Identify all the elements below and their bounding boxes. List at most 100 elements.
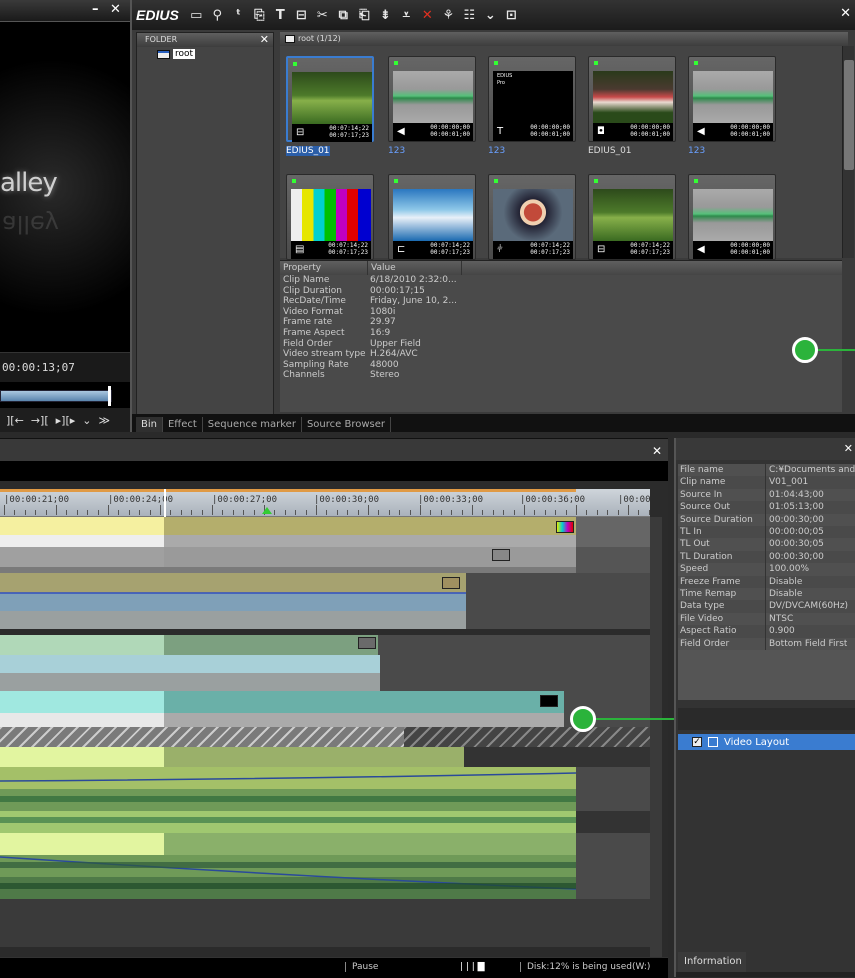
clip-thumbnail[interactable]: ◀ 00:00:00;00 00:00:01;00	[388, 56, 476, 142]
status-pause: Pause	[345, 962, 378, 972]
tab-source-browser[interactable]: Source Browser	[302, 417, 391, 432]
up-folder-icon[interactable]: ᵗ	[231, 8, 246, 23]
clip-thumbnail[interactable]: ⊟ 00:07:14;22 00:07:17;23	[286, 56, 374, 142]
tab-information[interactable]: Information	[678, 952, 746, 972]
volume-line[interactable]	[0, 772, 577, 782]
property-value: 16:9	[370, 327, 391, 338]
folder-root[interactable]: root	[157, 49, 273, 59]
ruler-range-bar	[0, 489, 576, 492]
clip-type-icon: ▤	[295, 244, 305, 255]
clip-label[interactable]: 123	[688, 146, 705, 156]
clip-type-icon: ⊟	[597, 244, 606, 255]
clip-label[interactable]: EDIUS_01	[286, 146, 330, 156]
playhead-cursor[interactable]	[164, 489, 166, 517]
status-dot	[394, 61, 398, 65]
clip-preview-image	[693, 71, 773, 123]
folder-icon[interactable]: ▭	[189, 8, 204, 23]
clip-thumbnail[interactable]: ▤ 00:07:14;22 00:07:17;23	[286, 174, 374, 260]
timeline-tracks	[0, 517, 650, 935]
clip-thumbnail[interactable]: ⊟ 00:07:14;22 00:07:17;23	[588, 174, 676, 260]
ruler-tick	[108, 505, 109, 515]
close-icon[interactable]: ✕	[260, 33, 269, 47]
more-icon[interactable]: ≫	[98, 414, 110, 427]
close-button[interactable]: ✕	[844, 442, 853, 455]
timeline-vertical-scrollbar[interactable]	[650, 517, 662, 967]
bin-scrollbar[interactable]	[842, 46, 854, 258]
layer-item[interactable]: ✓ Video Layout	[678, 734, 855, 750]
status-dot	[494, 179, 498, 183]
clip-preview-image	[393, 189, 473, 241]
layout-icon	[708, 737, 718, 747]
tab-sequence-marker[interactable]: Sequence marker	[203, 417, 302, 432]
minimize-button[interactable]: –	[92, 2, 99, 17]
clip-tc-out: 00:07:17;23	[328, 249, 368, 256]
info-key: Time Remap	[678, 588, 766, 601]
ruler-tick	[368, 505, 369, 515]
paste-icon[interactable]: ⎗	[357, 8, 372, 23]
briefcase-icon[interactable]: ⊡	[504, 8, 519, 23]
info-value: Bottom Field First	[769, 638, 848, 649]
clip-tc-in: 00:00:00;00	[630, 124, 670, 131]
property-row: Channels Stereo	[280, 370, 842, 381]
search-icon[interactable]: ⚲	[210, 8, 225, 23]
set-in-button[interactable]: ][←	[6, 414, 24, 427]
info-key: File Video Standard	[678, 612, 766, 636]
preview-titlebar: – ✕	[0, 0, 130, 22]
property-value: Stereo	[370, 370, 400, 381]
copy-icon[interactable]: ⧉	[336, 8, 351, 23]
close-button[interactable]: ✕	[652, 444, 662, 458]
set-out-button[interactable]: →][	[31, 414, 49, 427]
clip-thumbnail[interactable]: ◀ 00:00:00;00 00:00:01;00	[688, 174, 776, 260]
view-mode-icon[interactable]: ☷	[462, 8, 477, 23]
cut-icon[interactable]: ✂	[315, 8, 330, 23]
time-ruler[interactable]: |00:00:21;00 |00:00:24;00 |00:00:27;00 |00:…	[0, 489, 651, 517]
clip-label[interactable]: EDIUS_01	[588, 146, 632, 156]
clip-timecodes: 00:07:14;22 00:07:17;23	[430, 242, 470, 256]
close-button[interactable]: ✕	[110, 2, 121, 17]
clip-thumbnail[interactable]: T 00:00:00;00 00:00:01;00 EDIUS Pro	[488, 56, 576, 142]
property-value: H.264/AVC	[370, 349, 418, 360]
checkbox[interactable]: ✓	[692, 737, 702, 747]
scrub-handle[interactable]	[108, 386, 111, 406]
clip-tc-in: 00:00:00;00	[430, 124, 470, 131]
preview-scrub-bar[interactable]	[0, 390, 112, 402]
info-row: Freeze Frame Disable	[678, 575, 855, 588]
add-to-timeline-icon[interactable]: ⊟	[294, 8, 309, 23]
add-to-timeline-icon[interactable]: ⩡	[399, 8, 414, 23]
clip-thumbnail[interactable]: ⊏ 00:07:14;22 00:07:17;23	[388, 174, 476, 260]
tab-bin[interactable]: Bin	[136, 417, 163, 432]
dropdown-icon[interactable]: ⌄	[483, 8, 498, 23]
send-to-player-icon[interactable]: ⇟	[378, 8, 393, 23]
close-button[interactable]: ✕	[840, 6, 851, 21]
timeline-horizontal-scrollbar[interactable]	[0, 935, 650, 947]
info-key: Source Out	[678, 501, 766, 514]
title-icon[interactable]: T	[273, 8, 288, 23]
info-titlebar: ✕	[676, 438, 855, 460]
new-folder-icon[interactable]: ⎘	[252, 8, 267, 23]
property-row: Sampling Rate 48000	[280, 360, 842, 371]
tab-effect[interactable]: Effect	[163, 417, 203, 432]
clip-thumbnail[interactable]: ⫩ 00:07:14;22 00:07:17;23	[488, 174, 576, 260]
clip-label[interactable]: 123	[388, 146, 405, 156]
dropdown-icon[interactable]: ⌄	[82, 414, 91, 427]
clip-thumbnail[interactable]: ◀ 00:00:00;00 00:00:01;00	[688, 56, 776, 142]
clip-thumbnail[interactable]: ◘ 00:00:00;00 00:00:01;00	[588, 56, 676, 142]
scroll-thumb[interactable]	[844, 60, 854, 170]
edius-logo: EDIUS	[136, 7, 179, 23]
info-value: NTSC	[769, 613, 794, 624]
clip-type-icon: ◀	[697, 126, 705, 137]
info-key: Source In	[678, 488, 766, 502]
ruler-label: |00:00	[618, 495, 651, 505]
clip-label[interactable]: 123	[488, 146, 505, 156]
properties-icon[interactable]: ⚘	[441, 8, 456, 23]
clip-info-bar: T 00:00:00;00 00:00:01;00	[493, 123, 573, 141]
ruler-tick	[638, 510, 640, 515]
marker-icon[interactable]	[262, 507, 272, 514]
ruler-label: |00:00:33;00	[418, 495, 484, 505]
clip-type-icon: ⊏	[397, 244, 406, 255]
ruler-tick	[316, 505, 317, 515]
clip-tc-in: 00:07:14;22	[430, 242, 470, 249]
delete-icon[interactable]: ✕	[420, 8, 435, 23]
ruler-label: |00:00:30;00	[314, 495, 380, 505]
insert-button[interactable]: ▸][▸	[56, 414, 76, 427]
